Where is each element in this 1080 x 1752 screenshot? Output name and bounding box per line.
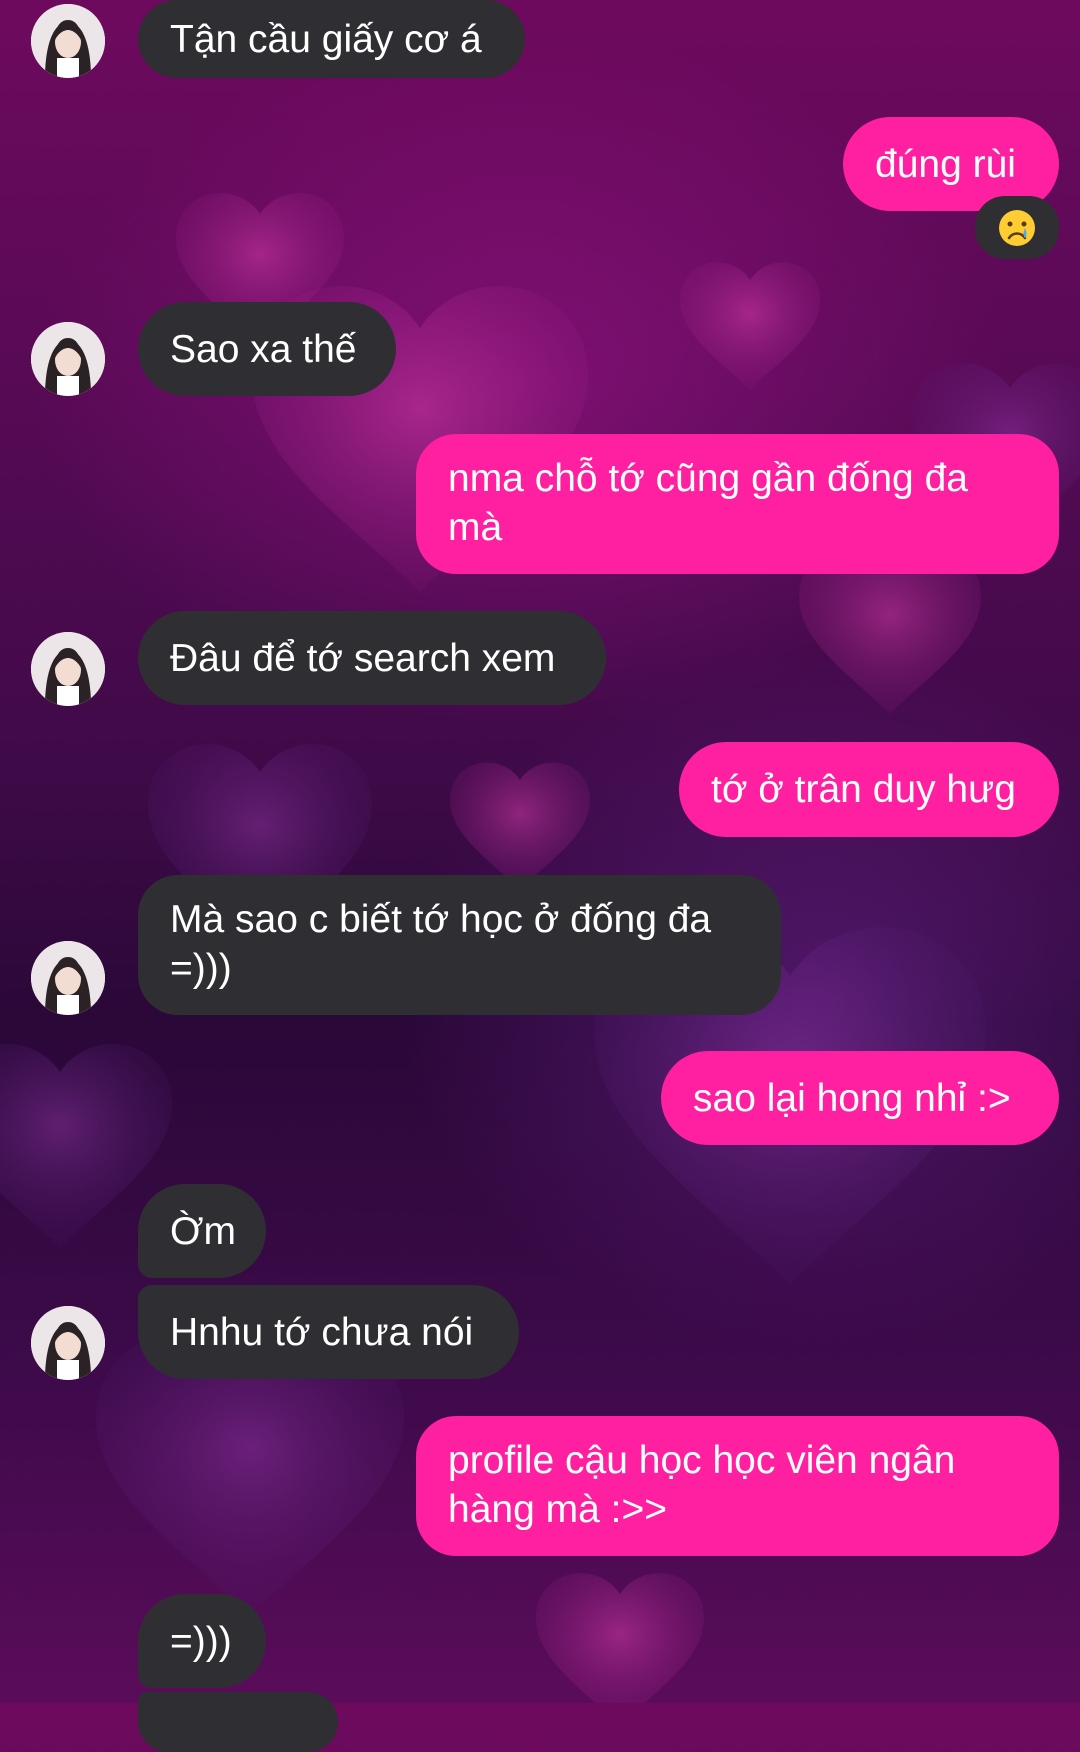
avatar[interactable] — [31, 1306, 105, 1380]
incoming-message-bubble[interactable]: Mà sao c biết tớ học ở đống đa =))) — [138, 875, 781, 1015]
incoming-message-bubble-partial[interactable] — [138, 1692, 338, 1752]
outgoing-message-bubble[interactable]: tớ ở trân duy hưg — [679, 742, 1059, 837]
message-reaction[interactable] — [975, 196, 1059, 259]
message-thread[interactable]: Tận cầu giấy cơ á đúng rùi Sao xa thế nm… — [0, 0, 1080, 1752]
incoming-message-bubble[interactable]: Đâu để tớ search xem — [138, 611, 606, 705]
incoming-message-bubble[interactable]: Ờm — [138, 1184, 266, 1278]
outgoing-message-bubble[interactable]: nma chỗ tớ cũng gần đống đa mà — [416, 434, 1059, 574]
incoming-message-bubble[interactable]: Sao xa thế — [138, 302, 396, 396]
outgoing-message-bubble[interactable]: sao lại hong nhỉ :> — [661, 1051, 1059, 1145]
outgoing-message-bubble[interactable]: profile cậu học học viên ngân hàng mà :>… — [416, 1416, 1059, 1556]
incoming-message-bubble[interactable]: Hnhu tớ chưa nói — [138, 1285, 519, 1379]
incoming-message-bubble[interactable]: Tận cầu giấy cơ á — [138, 0, 525, 78]
avatar[interactable] — [31, 941, 105, 1015]
avatar[interactable] — [31, 322, 105, 396]
avatar[interactable] — [31, 632, 105, 706]
avatar[interactable] — [31, 4, 105, 78]
incoming-message-bubble[interactable]: =))) — [138, 1594, 266, 1688]
crying-face-icon — [999, 209, 1035, 246]
